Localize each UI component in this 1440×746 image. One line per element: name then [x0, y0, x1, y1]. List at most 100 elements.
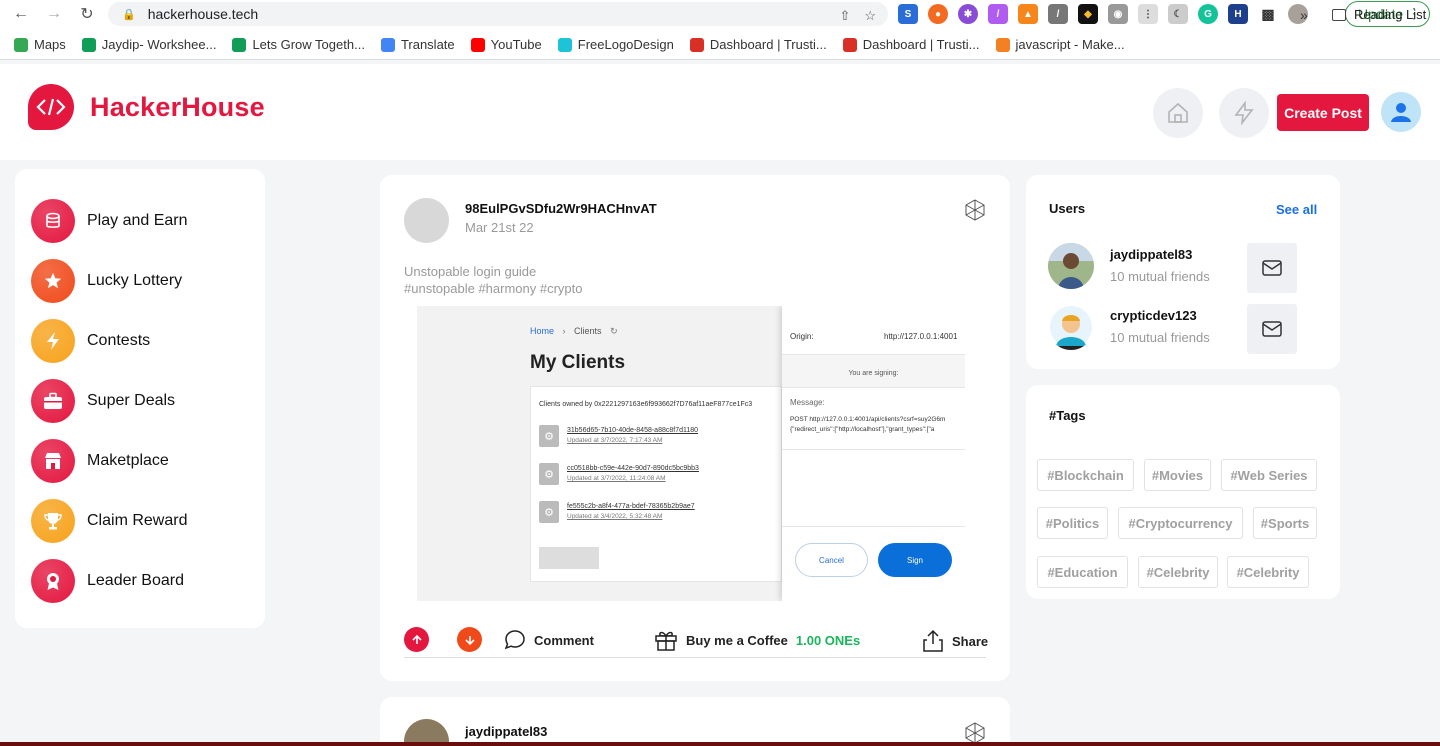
comment-label: Comment [534, 632, 594, 648]
bookmark-item[interactable]: javascript - Make... [995, 37, 1125, 52]
user-row[interactable]: crypticdev123 10 mutual friends [1048, 304, 1318, 354]
extension-icon[interactable]: ☾ [1168, 4, 1188, 24]
extension-icon[interactable]: H [1228, 4, 1248, 24]
tag-chip[interactable]: #Web Series [1221, 459, 1317, 491]
bookmark-item[interactable]: Dashboard | Trusti... [842, 37, 980, 52]
tag-chip[interactable]: #Movies [1144, 459, 1211, 491]
avatar[interactable] [1048, 304, 1094, 350]
downvote-button[interactable] [457, 627, 482, 652]
lightning-icon [31, 319, 75, 363]
hexagon-icon[interactable] [964, 199, 986, 221]
metamask-icon[interactable]: ▲ [1018, 4, 1038, 24]
avatar[interactable] [1048, 243, 1094, 289]
embedded-cancel-button: Cancel [795, 543, 868, 577]
url-text: hackerhouse.tech [147, 6, 259, 22]
tag-chip[interactable]: #Cryptocurrency [1118, 507, 1243, 539]
address-bar[interactable]: 🔒 hackerhouse.tech ⇧ ☆ [108, 2, 888, 26]
briefcase-icon [31, 379, 75, 423]
tag-chip[interactable]: #Politics [1037, 507, 1108, 539]
favicon-icon [81, 37, 96, 52]
bookmark-item[interactable]: Jaydip- Workshee... [81, 37, 216, 52]
embedded-client-updated: Updated at 3/7/2022, 11:24:08 AM [567, 475, 666, 482]
reading-list-button[interactable]: Reading List [1332, 7, 1426, 22]
account-button[interactable] [1381, 92, 1421, 132]
sidebar-item-contests[interactable]: Contests [31, 319, 150, 363]
comment-button[interactable]: Comment [504, 629, 594, 651]
favicon-icon [232, 37, 247, 52]
post-hashtags[interactable]: #unstopable #harmony #crypto [404, 280, 583, 297]
create-post-button[interactable]: Create Post [1277, 94, 1369, 131]
gear-icon: ⚙ [539, 425, 559, 447]
more-bookmarks-icon[interactable]: » [1300, 7, 1308, 23]
message-button[interactable] [1247, 304, 1297, 354]
embedded-client-updated: Updated at 3/7/2022, 7:17:43 AM [567, 437, 663, 444]
bookmark-label: Dashboard | Trusti... [709, 37, 827, 52]
user-name[interactable]: crypticdev123 [1110, 308, 1197, 323]
sidebar-item-leader-board[interactable]: Leader Board [31, 559, 184, 603]
sidebar-item-play-and-earn[interactable]: Play and Earn [31, 199, 188, 243]
home-button[interactable] [1153, 88, 1203, 138]
user-row[interactable]: jaydippatel83 10 mutual friends [1048, 243, 1318, 293]
tags-title: #Tags [1049, 408, 1086, 423]
extension-icon[interactable]: ⋮ [1138, 4, 1158, 24]
avatar[interactable] [404, 198, 449, 243]
post-image[interactable]: Home › Clients ↻ My Clients Clients owne… [417, 306, 965, 601]
bookmark-item[interactable]: Dashboard | Trusti... [689, 37, 827, 52]
lock-icon: 🔒 [122, 8, 136, 21]
back-icon[interactable]: ← [10, 3, 32, 25]
post-date: Mar 21st 22 [465, 220, 534, 235]
sidebar-item-maketplace[interactable]: Maketplace [31, 439, 169, 483]
embedded-breadcrumb: Home › Clients ↻ [530, 326, 618, 336]
sidebar-item-label: Maketplace [87, 452, 169, 469]
post-body: Unstopable login guide #unstopable #harm… [404, 263, 583, 297]
buy-coffee-button[interactable]: Buy me a Coffee 1.00 ONEs [654, 629, 860, 651]
extension-icon[interactable]: ✱ [958, 4, 978, 24]
bookmark-item[interactable]: YouTube [470, 37, 542, 52]
grammarly-icon[interactable]: G [1198, 4, 1218, 24]
user-icon [1391, 103, 1411, 122]
bookmark-star-icon[interactable]: ☆ [864, 8, 876, 24]
embedded-home-link: Home [530, 326, 555, 336]
badge-icon [31, 559, 75, 603]
sidebar-item-claim-reward[interactable]: Claim Reward [31, 499, 187, 543]
camera-icon[interactable]: ◉ [1108, 4, 1128, 24]
arrow-up-icon [411, 634, 422, 644]
puzzle-icon[interactable]: ▩ [1258, 4, 1278, 24]
share-page-icon[interactable]: ⇧ [839, 8, 850, 24]
see-all-link[interactable]: See all [1276, 202, 1317, 217]
bookmark-label: YouTube [490, 37, 542, 52]
bookmark-item[interactable]: Lets Grow Togeth... [232, 37, 365, 52]
tag-chip[interactable]: #Education [1037, 556, 1128, 588]
upvote-button[interactable] [404, 627, 429, 652]
user-name[interactable]: jaydippatel83 [1110, 247, 1192, 262]
tag-chip[interactable]: #Celebrity [1138, 556, 1218, 588]
brand-logo[interactable]: HackerHouse [28, 84, 265, 130]
tag-chip[interactable]: #Blockchain [1037, 459, 1134, 491]
activity-button[interactable] [1219, 88, 1269, 138]
reload-icon[interactable]: ↻ [76, 3, 98, 25]
extension-icon[interactable]: ◆ [1078, 4, 1098, 24]
forward-icon[interactable]: → [43, 3, 65, 25]
message-button[interactable] [1247, 243, 1297, 293]
sidebar-item-super-deals[interactable]: Super Deals [31, 379, 175, 423]
left-sidebar: Play and Earn Lucky Lottery Contests Super … [15, 169, 265, 628]
extension-icon[interactable]: / [988, 4, 1008, 24]
bookmark-item[interactable]: Translate [380, 37, 455, 52]
mail-icon [1262, 260, 1282, 276]
bookmark-item[interactable]: FreeLogoDesign [557, 37, 674, 52]
hexagon-icon[interactable] [964, 722, 986, 744]
dropper-icon[interactable]: / [1048, 4, 1068, 24]
tag-chip[interactable]: #Celebrity [1227, 556, 1309, 588]
post-author[interactable]: jaydippatel83 [465, 724, 547, 739]
embedded-owner: Clients owned by 0x2221297163e6f993662f7… [539, 401, 753, 408]
sidebar-item-lucky-lottery[interactable]: Lucky Lottery [31, 259, 182, 303]
extension-icon[interactable]: S [898, 4, 918, 24]
post-author[interactable]: 98EulPGvSDfu2Wr9HACHnvAT [465, 201, 657, 216]
bookmarks-bar: Maps Jaydip- Workshee... Lets Grow Togeth.… [0, 30, 1440, 60]
extension-icon[interactable]: ● [928, 4, 948, 24]
bookmark-item[interactable]: Maps [14, 37, 66, 52]
tag-chip[interactable]: #Sports [1253, 507, 1317, 539]
code-logo-icon [28, 84, 74, 130]
share-button[interactable]: Share [922, 629, 988, 653]
sidebar-item-label: Super Deals [87, 392, 176, 409]
